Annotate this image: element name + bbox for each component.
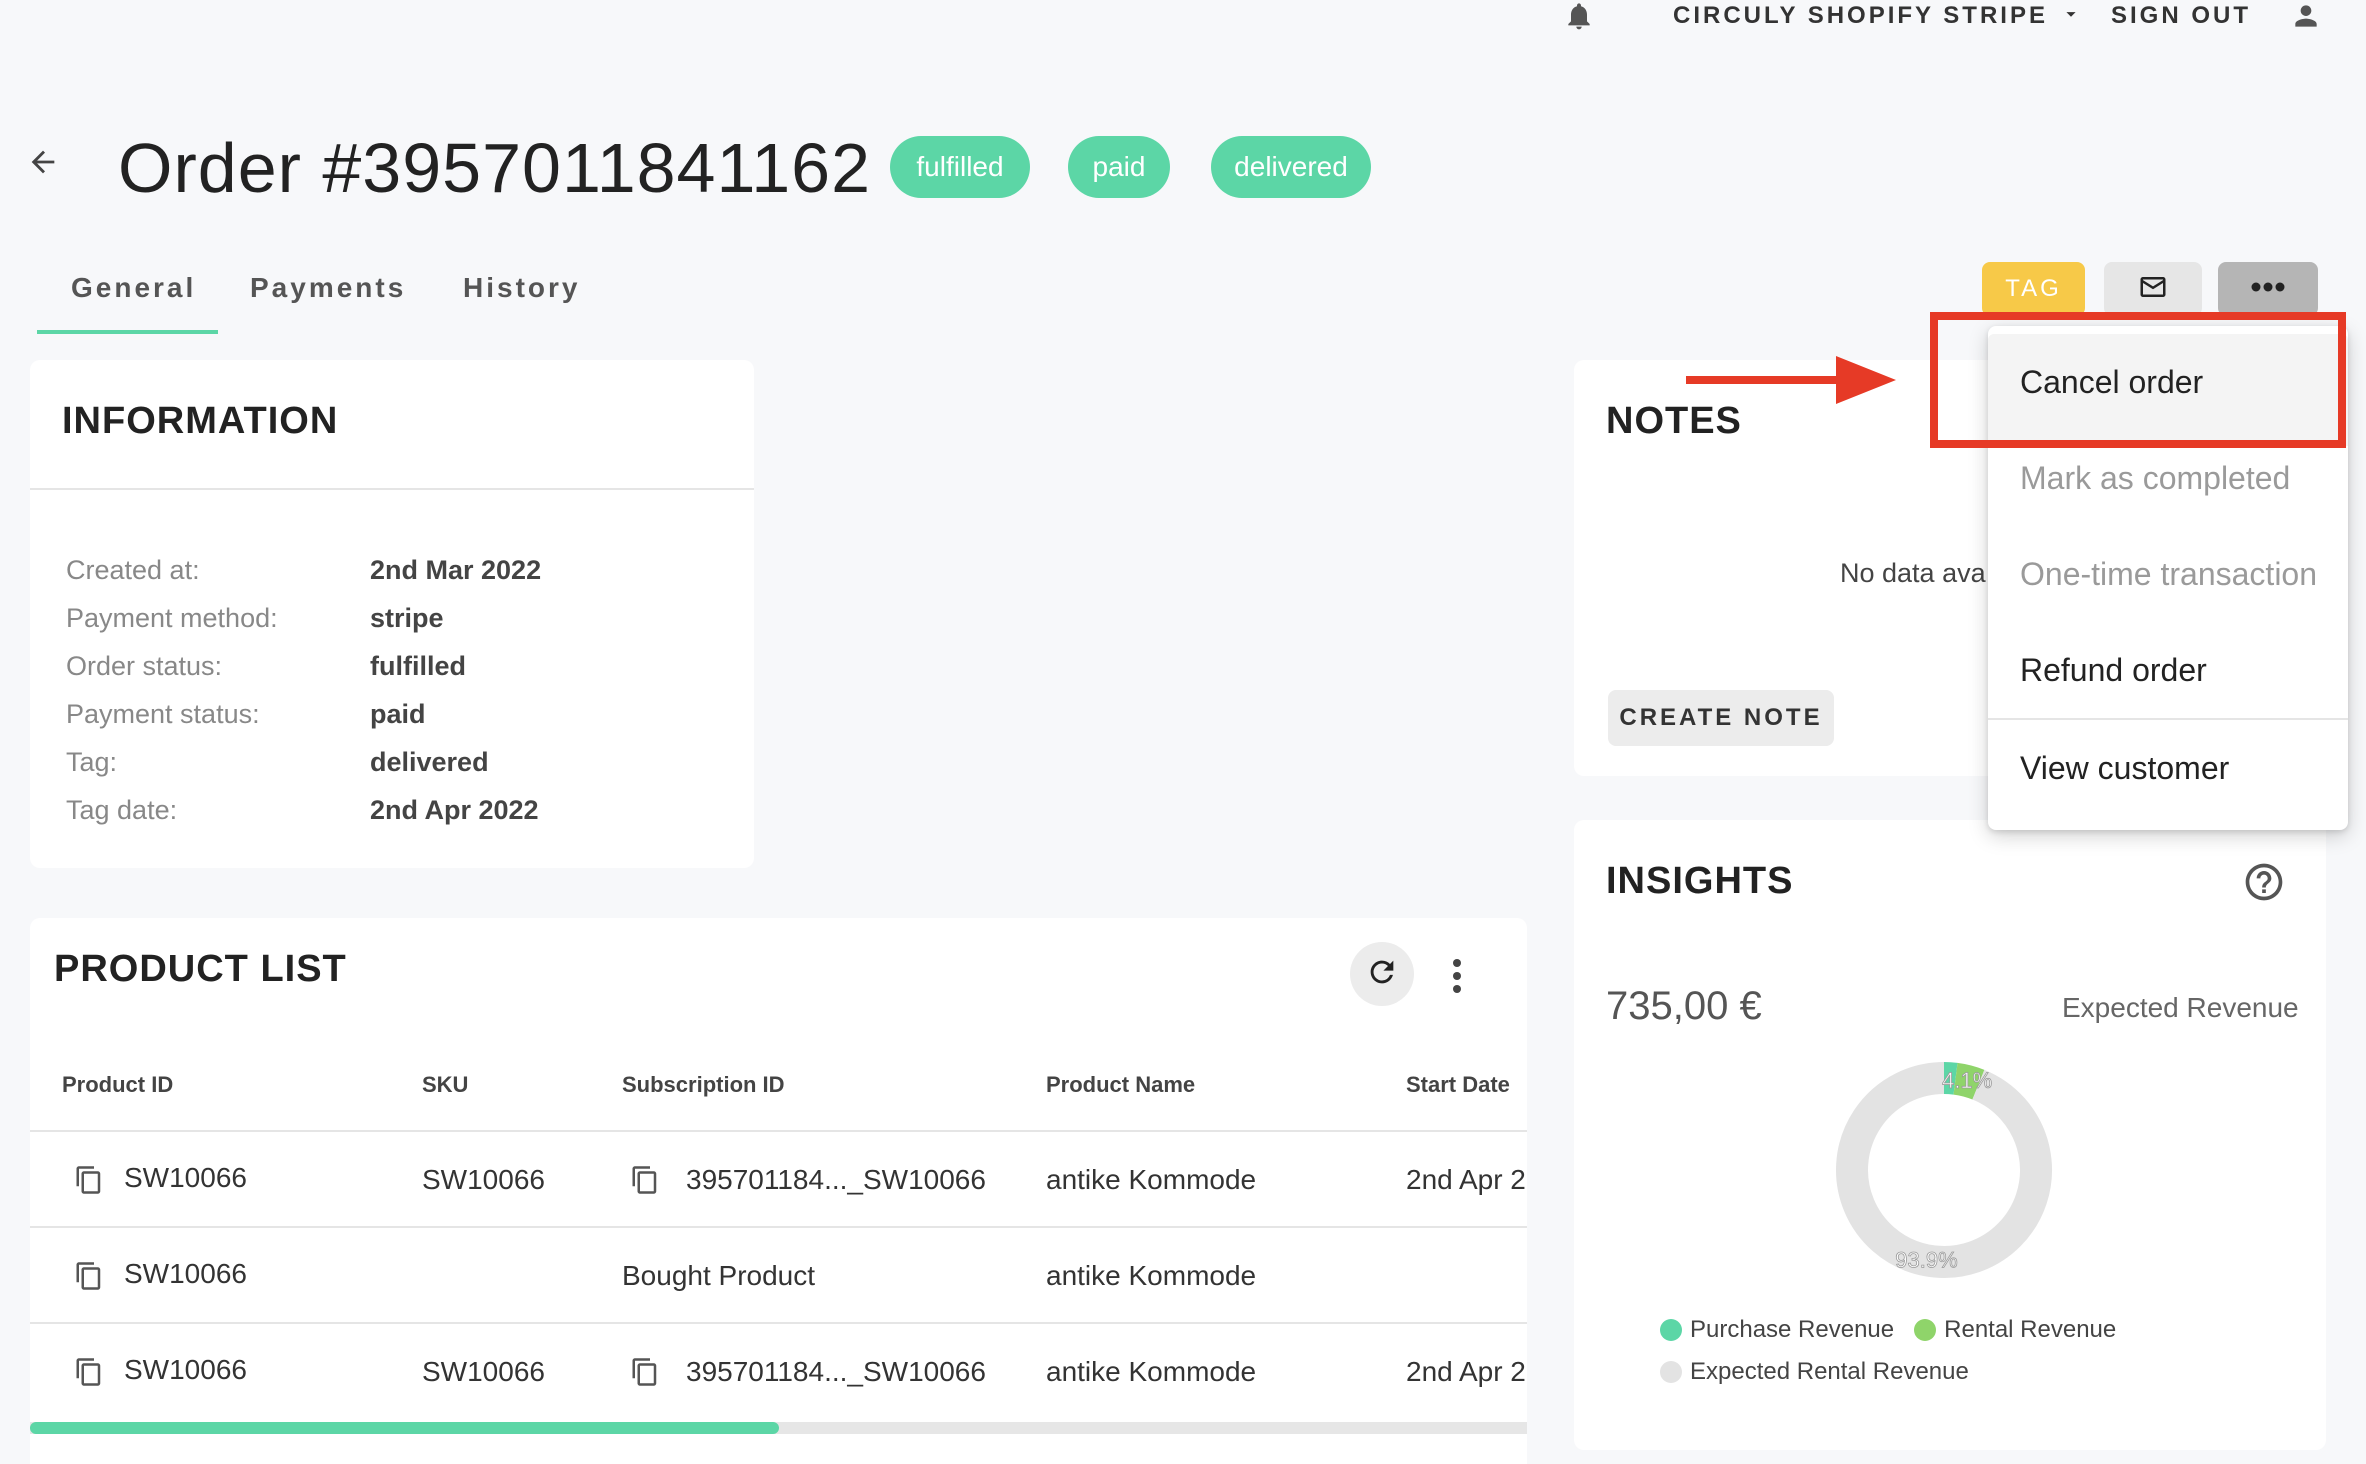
cell-start-date: 2nd Apr 2 — [1406, 1164, 1526, 1195]
refresh-button[interactable] — [1350, 942, 1414, 1006]
horizontal-scrollbar[interactable] — [30, 1422, 1527, 1434]
revenue-label: Expected Revenue — [2062, 992, 2299, 1023]
menu-divider — [1988, 718, 2348, 720]
notification-bell-icon[interactable] — [1563, 0, 1595, 32]
copy-icon[interactable] — [74, 1356, 104, 1388]
cell-sku: SW10066 — [422, 1164, 545, 1195]
active-tab-indicator — [37, 330, 218, 334]
info-label-payment-status: Payment status: — [66, 699, 260, 729]
information-title: INFORMATION — [62, 400, 339, 442]
annotation-arrow — [1686, 352, 1896, 413]
mail-icon — [2138, 272, 2168, 307]
cell-product-name: antike Kommode — [1046, 1356, 1257, 1387]
legend-label-rental: Rental Revenue — [1944, 1316, 2117, 1343]
cell-subscription-id: Bought Product — [622, 1260, 816, 1291]
refresh-icon — [1365, 955, 1399, 994]
cell-product-name: antike Kommode — [1046, 1260, 1257, 1291]
cell-product-id: SW10066 — [124, 1354, 247, 1385]
tab-payments[interactable]: Payments — [250, 272, 406, 304]
legend-item-expected-rental[interactable]: Expected Rental Revenue — [1660, 1358, 1969, 1386]
cell-subscription-id: 395701184..._SW10066 — [686, 1164, 986, 1195]
info-value-order-status: fulfilled — [370, 651, 466, 681]
chevron-down-icon — [2060, 3, 2082, 30]
menu-item-mark-completed: Mark as completed — [2020, 460, 2291, 496]
annotation-highlight-box — [1930, 312, 2346, 448]
email-button[interactable] — [2104, 262, 2202, 316]
insights-title: INSIGHTS — [1606, 860, 1794, 902]
info-label-created: Created at: — [66, 555, 200, 585]
table-row[interactable]: SW10066 SW10066 395701184..._SW10066 ant… — [30, 1324, 1527, 1418]
cell-product-id: SW10066 — [124, 1258, 247, 1289]
column-header-product-id[interactable]: Product ID — [62, 1072, 173, 1098]
copy-icon[interactable] — [630, 1164, 660, 1196]
info-label-order-status: Order status: — [66, 651, 223, 681]
status-badge-delivered: delivered — [1211, 136, 1371, 198]
donut-data-label-3: 93.9% — [1895, 1247, 1957, 1272]
legend-item-purchase[interactable]: Purchase Revenue — [1660, 1316, 1894, 1344]
more-vertical-icon[interactable] — [1450, 958, 1464, 999]
create-note-button[interactable]: CREATE NOTE — [1608, 690, 1834, 746]
tab-general[interactable]: General — [71, 272, 196, 304]
info-label-tag: Tag: — [66, 747, 118, 777]
info-value-tag-date: 2nd Apr 2022 — [370, 795, 539, 825]
cell-product-name: antike Kommode — [1046, 1164, 1257, 1195]
store-selector[interactable]: CIRCULY SHOPIFY STRIPE — [1673, 2, 2082, 30]
insights-card: INSIGHTS 735,00 € Expected Revenue 4.1% 9… — [1574, 820, 2326, 1450]
more-actions-button[interactable] — [2218, 262, 2318, 316]
legend-swatch-rental — [1914, 1319, 1937, 1341]
donut-data-label-2: 4.1% — [1942, 1068, 1992, 1093]
info-label-tag-date: Tag date: — [66, 795, 178, 825]
revenue-donut-chart: 4.1% 93.9% — [1836, 1062, 2052, 1278]
column-header-product-name[interactable]: Product Name — [1046, 1072, 1195, 1098]
menu-item-view-customer[interactable]: View customer — [2020, 750, 2229, 787]
menu-item-refund-order[interactable]: Refund order — [2020, 652, 2207, 689]
column-header-start-date[interactable]: Start Date — [1406, 1072, 1510, 1098]
info-value-tag: delivered — [370, 747, 489, 777]
cell-sku: SW10066 — [422, 1356, 545, 1387]
legend-swatch-expected-rental — [1660, 1361, 1682, 1383]
copy-icon[interactable] — [630, 1356, 660, 1388]
table-row[interactable]: SW10066 Bought Product antike Kommode — [30, 1228, 1527, 1322]
column-header-subscription-id[interactable]: Subscription ID — [622, 1072, 785, 1098]
info-value-payment-status: paid — [370, 699, 426, 729]
information-card: INFORMATION Created at: 2nd Mar 2022 Pay… — [30, 360, 754, 868]
more-horizontal-icon — [2248, 280, 2288, 299]
store-name: CIRCULY SHOPIFY STRIPE — [1673, 2, 2048, 29]
status-badge-paid: paid — [1068, 136, 1170, 198]
legend-label-expected-rental: Expected Rental Revenue — [1690, 1358, 1969, 1385]
donut-slice-3[interactable] — [1836, 1062, 2052, 1278]
product-list-title: PRODUCT LIST — [54, 948, 347, 990]
tag-button[interactable]: TAG — [1982, 262, 2085, 316]
sign-out-button[interactable]: SIGN OUT — [2111, 2, 2251, 30]
cell-start-date: 2nd Apr 2 — [1406, 1356, 1526, 1387]
legend-swatch-purchase — [1660, 1319, 1682, 1341]
copy-icon[interactable] — [74, 1164, 104, 1196]
info-value-payment-method: stripe — [370, 603, 444, 633]
legend-label-purchase: Purchase Revenue — [1690, 1316, 1895, 1343]
help-icon[interactable] — [2242, 860, 2286, 909]
information-divider — [30, 488, 754, 490]
back-arrow-icon[interactable] — [26, 145, 60, 186]
scrollbar-thumb[interactable] — [30, 1422, 779, 1434]
info-label-payment-method: Payment method: — [66, 603, 278, 633]
page-title: Order #3957011841162 — [118, 129, 872, 207]
status-badge-fulfilled: fulfilled — [890, 136, 1030, 198]
copy-icon[interactable] — [74, 1260, 104, 1292]
revenue-amount: 735,00 € — [1606, 984, 1762, 1028]
notes-empty-text: No data ava — [1840, 558, 1986, 588]
table-row[interactable]: SW10066 SW10066 395701184..._SW10066 ant… — [30, 1132, 1527, 1226]
menu-item-one-time-transaction: One-time transaction — [2020, 556, 2318, 592]
product-list-card: PRODUCT LIST Product ID SKU Subscription… — [30, 918, 1527, 1464]
cell-subscription-id: 395701184..._SW10066 — [686, 1356, 986, 1387]
column-header-sku[interactable]: SKU — [422, 1072, 468, 1098]
cell-product-id: SW10066 — [124, 1162, 247, 1193]
tab-history[interactable]: History — [463, 272, 580, 304]
chart-legend: Purchase Revenue Rental Revenue Expected… — [1660, 1316, 2220, 1386]
account-icon[interactable] — [2290, 0, 2322, 32]
info-value-created: 2nd Mar 2022 — [370, 555, 542, 585]
legend-item-rental[interactable]: Rental Revenue — [1914, 1316, 2116, 1344]
